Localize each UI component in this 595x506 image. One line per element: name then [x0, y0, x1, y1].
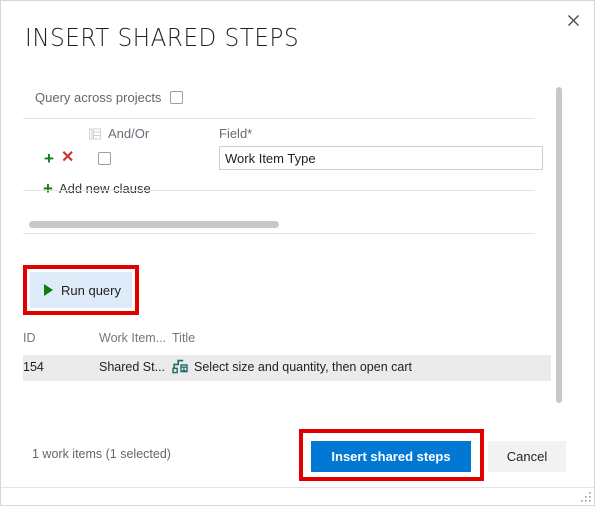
column-header-work-item-type[interactable]: Work Item... [99, 331, 166, 345]
query-across-projects-label: Query across projects [35, 90, 162, 105]
cell-title: Select size and quantity, then open cart [194, 360, 412, 374]
horizontal-scrollbar-thumb[interactable] [29, 221, 279, 228]
run-query-button[interactable]: Run query [30, 272, 132, 308]
plus-icon: + [43, 179, 53, 198]
results-grid-header: ID Work Item... Title [1, 329, 594, 351]
column-header-id[interactable]: ID [23, 331, 36, 345]
play-icon [44, 284, 53, 296]
vertical-scrollbar-thumb[interactable] [556, 87, 562, 403]
table-row[interactable]: 154 Shared St... Select size and quantit… [23, 355, 551, 381]
column-header-title[interactable]: Title [172, 331, 195, 345]
page-title: INSERT SHARED STEPS [25, 23, 300, 52]
field-input[interactable] [219, 146, 543, 170]
remove-clause-icon[interactable]: ✕ [61, 150, 74, 166]
column-header-field: Field* [219, 126, 253, 141]
divider-below-run-query [23, 233, 535, 234]
query-across-projects-checkbox[interactable] [170, 91, 184, 104]
resize-grip-icon[interactable] [579, 490, 592, 503]
close-glyph [567, 14, 579, 26]
close-icon[interactable] [558, 6, 588, 34]
insert-shared-steps-button[interactable]: Insert shared steps [311, 441, 471, 472]
query-across-projects-row: Query across projects [35, 90, 184, 105]
divider-above-run-query [23, 190, 535, 191]
add-new-clause-button[interactable]: + Add new clause [43, 180, 151, 197]
clause-grid-header: And/Or Field* [1, 126, 594, 146]
results-grid: ID Work Item... Title 154 Shared St... S… [1, 329, 594, 409]
add-clause-icon[interactable]: + [44, 150, 54, 167]
divider-top [23, 118, 535, 119]
run-query-label: Run query [61, 282, 121, 298]
insert-shared-steps-dialog: INSERT SHARED STEPS Query across project… [0, 0, 595, 506]
clause-row: + ✕ [1, 146, 594, 175]
cell-work-item-type: Shared St... [99, 360, 166, 374]
footer-divider [1, 487, 594, 488]
column-header-and-or-label: And/Or [108, 126, 150, 141]
column-header-and-or: And/Or [89, 126, 149, 141]
status-text: 1 work items (1 selected) [32, 447, 171, 461]
horizontal-scrollbar[interactable] [23, 219, 535, 229]
columns-icon[interactable] [89, 128, 101, 140]
shared-steps-icon [172, 359, 188, 374]
vertical-scrollbar[interactable] [553, 85, 565, 407]
cancel-button[interactable]: Cancel [488, 441, 566, 472]
cell-id: 154 [23, 360, 44, 374]
add-new-clause-label: Add new clause [58, 181, 151, 196]
clause-checkbox[interactable] [98, 152, 111, 165]
